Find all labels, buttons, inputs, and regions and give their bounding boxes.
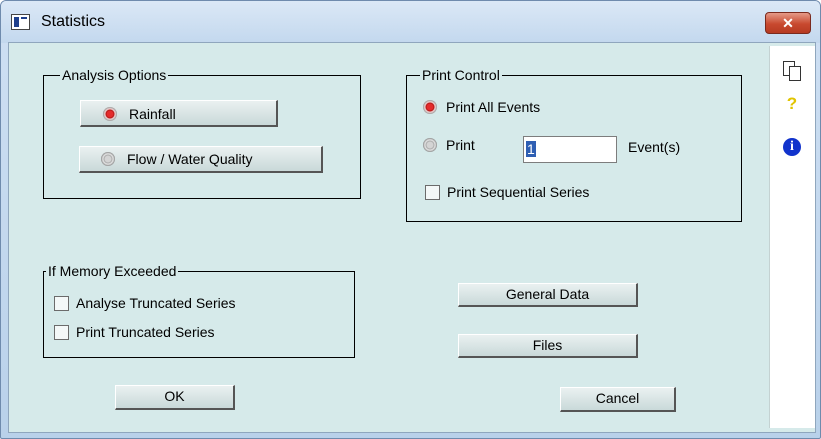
files-label: Files xyxy=(532,337,563,353)
analyse-truncated-series-checkbox[interactable] xyxy=(54,296,69,311)
print-all-events-label[interactable]: Print All Events xyxy=(446,99,540,115)
events-count-value: 1 xyxy=(526,141,536,157)
cancel-label: Cancel xyxy=(595,390,640,406)
print-sequential-series-checkbox[interactable] xyxy=(425,185,440,200)
print-n-events-radio[interactable] xyxy=(423,138,437,152)
print-sequential-series-label[interactable]: Print Sequential Series xyxy=(447,184,589,200)
general-data-label: General Data xyxy=(505,286,590,302)
title-bar[interactable]: Statistics ✕ xyxy=(1,1,820,43)
window-title: Statistics xyxy=(41,13,106,30)
copy-icon[interactable] xyxy=(777,59,807,81)
info-icon[interactable]: i xyxy=(777,135,807,157)
print-truncated-series-checkbox[interactable] xyxy=(54,325,69,340)
close-icon: ✕ xyxy=(782,15,794,31)
ok-button[interactable]: OK xyxy=(115,385,235,410)
general-data-button[interactable]: General Data xyxy=(458,283,638,307)
files-button[interactable]: Files xyxy=(458,334,638,358)
print-n-events-label[interactable]: Print xyxy=(446,137,475,153)
analysis-options-group xyxy=(43,75,361,199)
rainfall-radio[interactable] xyxy=(103,107,117,121)
app-icon xyxy=(11,14,30,30)
flow-water-quality-label: Flow / Water Quality xyxy=(127,151,253,167)
help-icon[interactable]: ? xyxy=(777,93,807,115)
events-count-input[interactable]: 1 xyxy=(523,136,617,163)
close-button[interactable]: ✕ xyxy=(765,12,811,34)
analysis-options-label: Analysis Options xyxy=(60,67,169,83)
flow-water-quality-radio[interactable] xyxy=(101,152,115,166)
print-control-label: Print Control xyxy=(420,67,502,83)
rainfall-label: Rainfall xyxy=(129,106,176,122)
info-glyph: i xyxy=(783,138,801,156)
events-suffix-label: Event(s) xyxy=(628,139,681,155)
ok-label: OK xyxy=(164,388,185,404)
memory-exceeded-label: If Memory Exceeded xyxy=(46,263,179,279)
memory-exceeded-group xyxy=(43,271,355,358)
help-glyph: ? xyxy=(786,94,798,113)
print-truncated-series-label[interactable]: Print Truncated Series xyxy=(76,324,215,340)
print-all-events-radio[interactable] xyxy=(423,100,437,114)
cancel-button[interactable]: Cancel xyxy=(560,387,676,412)
analyse-truncated-series-label[interactable]: Analyse Truncated Series xyxy=(76,295,236,311)
